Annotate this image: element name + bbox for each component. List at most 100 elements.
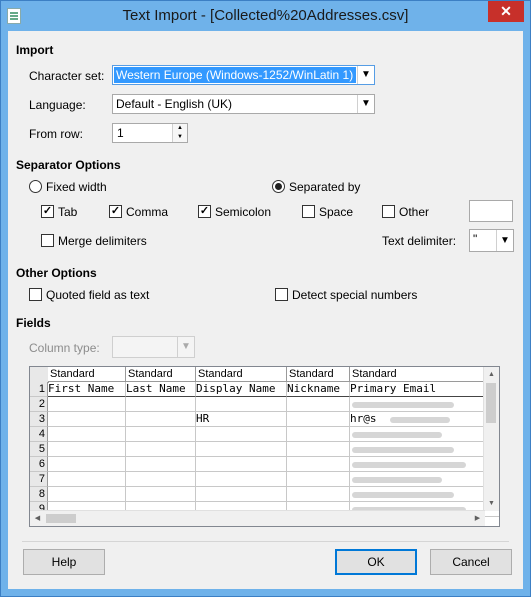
other-separator-input[interactable] <box>469 200 513 222</box>
grid-cell[interactable]: Primary Email <box>350 382 499 397</box>
column-type-dropdown[interactable]: ▼ <box>112 336 195 358</box>
text-delimiter-dropdown[interactable]: " ▼ <box>469 229 514 252</box>
scroll-thumb[interactable] <box>486 383 496 423</box>
language-dropdown[interactable]: Default - English (UK) ▼ <box>112 94 375 114</box>
grid-cell[interactable] <box>287 487 350 502</box>
chevron-down-icon[interactable]: ▼ <box>177 337 194 357</box>
row-header[interactable]: 7 <box>30 472 48 487</box>
grid-cell[interactable] <box>287 427 350 442</box>
horizontal-scrollbar[interactable]: ◀ ▶ <box>30 510 485 526</box>
redacted-value <box>352 477 442 483</box>
from-row-spinner[interactable]: 1 ▲ ▼ <box>112 123 188 143</box>
comma-checkbox[interactable]: ✓ <box>109 205 122 218</box>
chevron-down-icon[interactable]: ▼ <box>357 66 374 84</box>
scroll-down-icon[interactable]: ▼ <box>484 496 499 511</box>
row-header[interactable]: 5 <box>30 442 48 457</box>
grid-cell[interactable] <box>196 397 287 412</box>
grid-cell[interactable] <box>287 442 350 457</box>
spin-down-icon[interactable]: ▼ <box>172 133 187 142</box>
semicolon-label[interactable]: Semicolon <box>215 205 271 219</box>
grid-cell[interactable] <box>126 487 196 502</box>
row-header[interactable]: 8 <box>30 487 48 502</box>
window-title: Text Import - [Collected%20Addresses.csv… <box>122 7 409 24</box>
column-header[interactable]: Standard <box>287 367 350 382</box>
grid-cell[interactable] <box>126 397 196 412</box>
preview-grid[interactable]: Standard Standard Standard Standard Stan… <box>29 366 500 527</box>
grid-cell[interactable] <box>126 442 196 457</box>
grid-cell[interactable] <box>48 442 126 457</box>
ok-button[interactable]: OK <box>335 549 417 575</box>
grid-cell[interactable] <box>48 457 126 472</box>
grid-cell[interactable] <box>196 442 287 457</box>
space-checkbox[interactable] <box>302 205 315 218</box>
grid-cell[interactable] <box>126 427 196 442</box>
chevron-down-icon[interactable]: ▼ <box>357 95 374 113</box>
row-header[interactable]: 2 <box>30 397 48 412</box>
text-delimiter-label: Text delimiter: <box>382 234 457 248</box>
ok-button-label: OK <box>367 555 385 569</box>
semicolon-checkbox[interactable]: ✓ <box>198 205 211 218</box>
column-header[interactable]: Standard <box>48 367 126 382</box>
grid-cell[interactable] <box>126 472 196 487</box>
title-bar[interactable]: Text Import - [Collected%20Addresses.csv… <box>1 1 530 31</box>
detect-special-checkbox[interactable] <box>275 288 288 301</box>
scroll-left-icon[interactable]: ◀ <box>30 511 45 526</box>
fixed-width-label[interactable]: Fixed width <box>46 180 107 194</box>
close-button[interactable]: ✕ <box>488 1 524 22</box>
scroll-up-icon[interactable]: ▲ <box>484 367 499 382</box>
grid-cell[interactable] <box>196 472 287 487</box>
grid-cell[interactable] <box>126 457 196 472</box>
redacted-value <box>352 462 466 468</box>
fixed-width-radio[interactable] <box>29 180 42 193</box>
row-header[interactable]: 4 <box>30 427 48 442</box>
grid-cell[interactable] <box>287 412 350 427</box>
language-value: Default - English (UK) <box>116 97 233 111</box>
grid-cell[interactable]: First Name <box>48 382 126 397</box>
grid-cell[interactable] <box>287 457 350 472</box>
scroll-right-icon[interactable]: ▶ <box>470 511 485 526</box>
charset-label: Character set: <box>29 69 105 83</box>
row-header[interactable]: 1 <box>30 382 48 397</box>
grid-cell[interactable] <box>196 427 287 442</box>
merge-delimiters-checkbox[interactable] <box>41 234 54 247</box>
other-checkbox[interactable] <box>382 205 395 218</box>
tab-label[interactable]: Tab <box>58 205 77 219</box>
dialog-body: Import Character set: Western Europe (Wi… <box>8 31 523 589</box>
column-header[interactable]: Standard <box>350 367 499 382</box>
grid-cell[interactable] <box>48 412 126 427</box>
row-header[interactable]: 6 <box>30 457 48 472</box>
merge-delimiters-label[interactable]: Merge delimiters <box>58 234 147 248</box>
grid-cell[interactable] <box>287 472 350 487</box>
grid-cell[interactable] <box>126 412 196 427</box>
comma-label[interactable]: Comma <box>126 205 168 219</box>
vertical-scrollbar[interactable]: ▲ ▼ <box>483 367 499 511</box>
grid-cell[interactable] <box>48 472 126 487</box>
help-button[interactable]: Help <box>23 549 105 575</box>
grid-cell[interactable]: Last Name <box>126 382 196 397</box>
detect-special-label[interactable]: Detect special numbers <box>292 288 417 302</box>
grid-cell[interactable] <box>196 457 287 472</box>
column-header[interactable]: Standard <box>196 367 287 382</box>
chevron-down-icon[interactable]: ▼ <box>496 230 513 251</box>
grid-cell[interactable]: Nickname <box>287 382 350 397</box>
tab-checkbox[interactable]: ✓ <box>41 205 54 218</box>
other-label[interactable]: Other <box>399 205 429 219</box>
scroll-thumb[interactable] <box>46 514 76 523</box>
grid-corner[interactable] <box>30 367 49 383</box>
separated-by-label[interactable]: Separated by <box>289 180 360 194</box>
grid-cell[interactable] <box>48 397 126 412</box>
column-header[interactable]: Standard <box>126 367 196 382</box>
row-header[interactable]: 3 <box>30 412 48 427</box>
grid-cell[interactable] <box>48 487 126 502</box>
grid-cell[interactable]: Display Name <box>196 382 287 397</box>
grid-cell[interactable] <box>196 487 287 502</box>
grid-cell[interactable] <box>48 427 126 442</box>
grid-cell[interactable]: HR <box>196 412 287 427</box>
charset-dropdown[interactable]: Western Europe (Windows-1252/WinLatin 1)… <box>112 65 375 85</box>
quoted-field-label[interactable]: Quoted field as text <box>46 288 149 302</box>
quoted-field-checkbox[interactable] <box>29 288 42 301</box>
space-label[interactable]: Space <box>319 205 353 219</box>
grid-cell[interactable] <box>287 397 350 412</box>
cancel-button[interactable]: Cancel <box>430 549 512 575</box>
separated-by-radio[interactable] <box>272 180 285 193</box>
